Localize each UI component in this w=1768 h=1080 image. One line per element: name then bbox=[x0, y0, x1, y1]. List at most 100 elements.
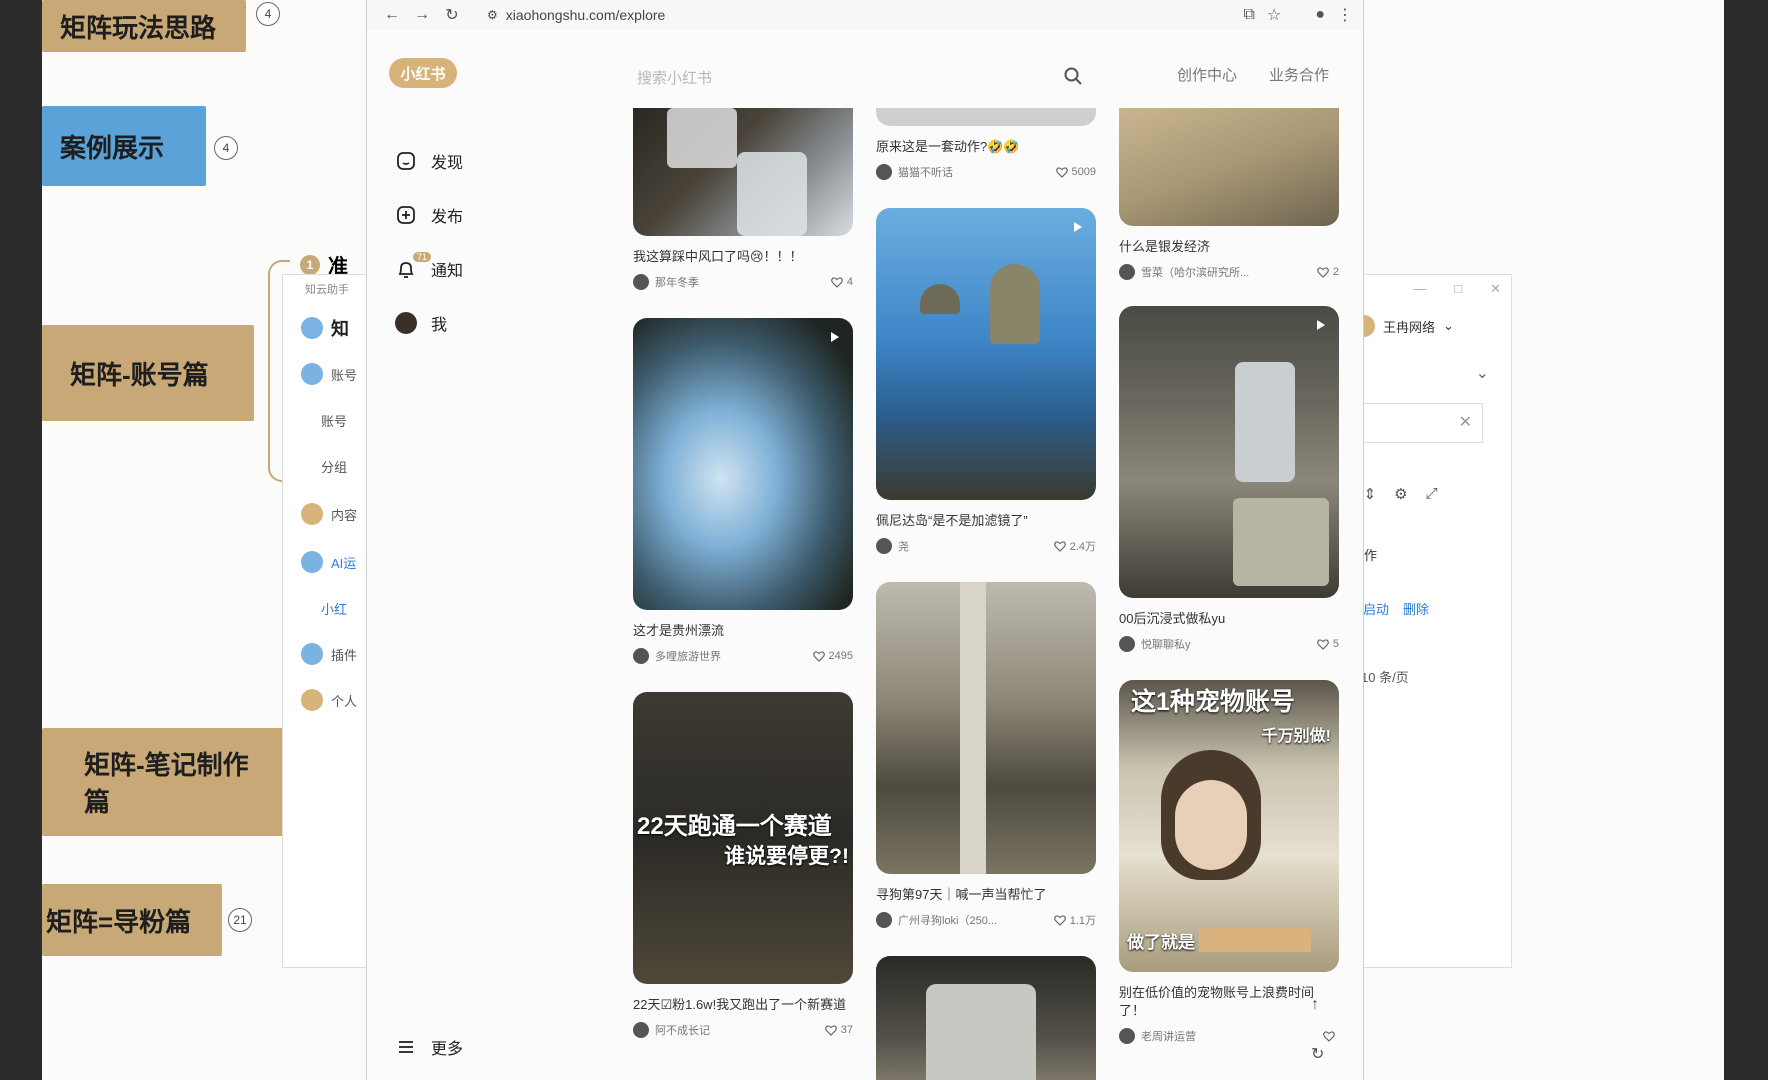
card-author[interactable]: 广州寻狗loki（250... bbox=[876, 912, 997, 928]
back-to-top-icon[interactable]: ↑ bbox=[1311, 996, 1319, 1014]
feed-card[interactable]: 我这算踩中风口了吗😢！！！ 那年冬季 4 bbox=[633, 108, 853, 290]
address-bar[interactable]: ⚙ xiaohongshu.com/explore bbox=[487, 7, 665, 23]
panel-item-label: 小红 bbox=[321, 602, 348, 617]
mindmap-node-label: 矩阵-笔记制作篇 bbox=[84, 750, 249, 817]
feed-card[interactable]: 原来这是一套动作?🤣🤣 猫猫不听话 5009 bbox=[876, 108, 1096, 180]
card-author[interactable]: 阿不成长记 bbox=[633, 1022, 710, 1038]
avatar bbox=[1119, 264, 1135, 280]
card-title: 这才是贵州漂流 bbox=[633, 623, 725, 638]
card-cover-image bbox=[876, 208, 1096, 500]
mindmap-node-fans[interactable]: 矩阵=导粉篇 bbox=[42, 884, 222, 956]
mindmap-node-strategy[interactable]: 矩阵玩法思路 bbox=[42, 0, 246, 52]
panel-item-label: 知 bbox=[331, 319, 349, 339]
like-button[interactable]: 2495 bbox=[812, 650, 853, 662]
creator-center-link[interactable]: 创作中心 bbox=[1177, 64, 1237, 85]
card-author[interactable]: 悦聊聊私y bbox=[1119, 636, 1191, 652]
card-meta: 尧 2.4万 bbox=[876, 538, 1096, 554]
mindmap-node-account[interactable]: 矩阵-账号篇 bbox=[42, 325, 254, 421]
feed-card[interactable] bbox=[876, 956, 1096, 1080]
feed-card[interactable]: 佩尼达岛“是不是加滤镜了” 尧 2.4万 bbox=[876, 208, 1096, 554]
like-button[interactable]: 2.4万 bbox=[1053, 538, 1096, 554]
minimize-icon[interactable]: — bbox=[1413, 281, 1426, 297]
clear-icon[interactable]: ✕ bbox=[1459, 412, 1472, 432]
refresh-icon[interactable]: ↻ bbox=[1311, 1044, 1324, 1064]
feed-card[interactable]: 这才是贵州漂流 多哩旅游世界 2495 bbox=[633, 318, 853, 664]
back-icon[interactable]: ← bbox=[377, 0, 407, 30]
card-cover-image: 22天跑通一个赛道 谁说要停更?! bbox=[633, 692, 853, 984]
site-info-icon[interactable]: ⚙ bbox=[487, 8, 498, 22]
install-app-icon[interactable]: ⧉ bbox=[1244, 6, 1255, 24]
settings-icon[interactable]: ⚙ bbox=[1394, 485, 1407, 503]
profile-icon[interactable]: ● bbox=[1315, 6, 1325, 24]
maximize-icon[interactable]: □ bbox=[1454, 281, 1462, 297]
like-button[interactable] bbox=[1323, 1030, 1339, 1042]
like-button[interactable]: 4 bbox=[831, 276, 853, 288]
feed-card[interactable]: 什么是银发经济 雪菜（哈尔滨研究所... 2 bbox=[1119, 108, 1339, 280]
chevron-down-icon[interactable]: ⌄ bbox=[1476, 363, 1489, 383]
business-link[interactable]: 业务合作 bbox=[1269, 64, 1329, 85]
user-menu[interactable]: 王冉网络 ⌄ bbox=[1353, 315, 1454, 337]
avatar bbox=[876, 912, 892, 928]
heart-icon bbox=[1317, 639, 1329, 650]
like-button[interactable]: 5009 bbox=[1055, 166, 1096, 178]
assistant-panel: 知云助手 知 账号 账号 分组 内容 AI运 小红 插件 个人 bbox=[282, 274, 374, 968]
mindmap-count-badge[interactable]: 21 bbox=[228, 908, 252, 932]
card-author[interactable]: 雪菜（哈尔滨研究所... bbox=[1119, 264, 1249, 280]
card-title: 22天☑粉1.6w!我又跑出了一个新赛道 bbox=[633, 997, 847, 1012]
panel-item[interactable]: 小红 bbox=[321, 599, 347, 618]
like-button[interactable]: 37 bbox=[824, 1024, 853, 1036]
panel-item[interactable]: 账号 bbox=[301, 363, 357, 385]
reload-icon[interactable]: ↻ bbox=[437, 0, 467, 30]
author-name: 雪菜（哈尔滨研究所... bbox=[1141, 267, 1250, 279]
feed-card[interactable]: 22天跑通一个赛道 谁说要停更?! 22天☑粉1.6w!我又跑出了一个新赛道 阿… bbox=[633, 692, 853, 1038]
nav-label: 发现 bbox=[431, 155, 464, 172]
card-author[interactable]: 老周讲运营 bbox=[1119, 1028, 1196, 1044]
cover-overlay-text: 22天跑通一个赛道 bbox=[637, 813, 832, 840]
feed-card[interactable]: 寻狗第97天｜喊一声当帮忙了 广州寻狗loki（250... 1.1万 bbox=[876, 582, 1096, 928]
panel-item-label: 账号 bbox=[331, 367, 358, 383]
column-height-icon[interactable]: ⇕ bbox=[1364, 485, 1377, 503]
bookmark-star-icon[interactable]: ☆ bbox=[1267, 5, 1281, 25]
search-input[interactable]: 搜索小红书 bbox=[637, 60, 1057, 94]
mindmap-node-cases[interactable]: 案例展示 bbox=[42, 106, 206, 186]
panel-item[interactable]: 账号 bbox=[321, 411, 347, 430]
page-size-select[interactable]: 10 条/页 bbox=[1361, 667, 1409, 686]
card-author[interactable]: 猫猫不听话 bbox=[876, 164, 953, 180]
card-title: 00后沉浸式做私yu bbox=[1119, 611, 1226, 626]
window-controls: — □ ✕ bbox=[1413, 281, 1501, 297]
xhs-logo[interactable]: 小红书 bbox=[389, 58, 457, 88]
start-link[interactable]: 启动 bbox=[1363, 599, 1389, 618]
panel-item[interactable]: 分组 bbox=[321, 457, 347, 476]
panel-item[interactable]: AI运 bbox=[301, 551, 356, 573]
mindmap-node-notes[interactable]: 矩阵-笔记制作篇 bbox=[42, 728, 288, 836]
nav-discover[interactable]: 发现 bbox=[395, 146, 463, 176]
nav-notifications[interactable]: 71 通知 bbox=[395, 252, 463, 284]
panel-item[interactable]: 知 bbox=[301, 315, 349, 341]
like-button[interactable]: 1.1万 bbox=[1053, 912, 1096, 928]
card-cover-image bbox=[633, 108, 853, 236]
fullscreen-icon[interactable]: ⤢ bbox=[1426, 485, 1438, 503]
forward-icon[interactable]: → bbox=[407, 0, 437, 30]
card-author[interactable]: 尧 bbox=[876, 538, 909, 554]
menu-kebab-icon[interactable]: ⋮ bbox=[1337, 5, 1353, 25]
cover-overlay-text: 千万别做! bbox=[1261, 728, 1331, 745]
card-cover-image bbox=[876, 956, 1096, 1080]
like-button[interactable]: 2 bbox=[1317, 266, 1339, 278]
nav-publish[interactable]: 发布 bbox=[395, 200, 463, 230]
mindmap-count-badge[interactable]: 4 bbox=[256, 2, 280, 26]
feed-card[interactable]: 这1种宠物账号 千万别做! 做了就是 别在低价值的宠物账号上浪费时间了！ 老周讲… bbox=[1119, 680, 1339, 1044]
nav-more[interactable]: 更多 bbox=[395, 1032, 463, 1062]
panel-item[interactable]: 插件 bbox=[301, 643, 357, 665]
feed-card[interactable]: 00后沉浸式做私yu 悦聊聊私y 5 bbox=[1119, 306, 1339, 652]
mindmap-count-badge[interactable]: 4 bbox=[214, 136, 238, 160]
card-meta: 多哩旅游世界 2495 bbox=[633, 648, 853, 664]
panel-item[interactable]: 内容 bbox=[301, 503, 357, 525]
search-icon[interactable] bbox=[1063, 66, 1083, 86]
delete-link[interactable]: 删除 bbox=[1403, 599, 1429, 618]
card-author[interactable]: 多哩旅游世界 bbox=[633, 648, 721, 664]
close-icon[interactable]: ✕ bbox=[1490, 281, 1501, 297]
like-button[interactable]: 5 bbox=[1317, 638, 1339, 650]
panel-item[interactable]: 个人 bbox=[301, 689, 357, 711]
nav-profile[interactable]: 我 bbox=[395, 308, 447, 338]
card-author[interactable]: 那年冬季 bbox=[633, 274, 699, 290]
